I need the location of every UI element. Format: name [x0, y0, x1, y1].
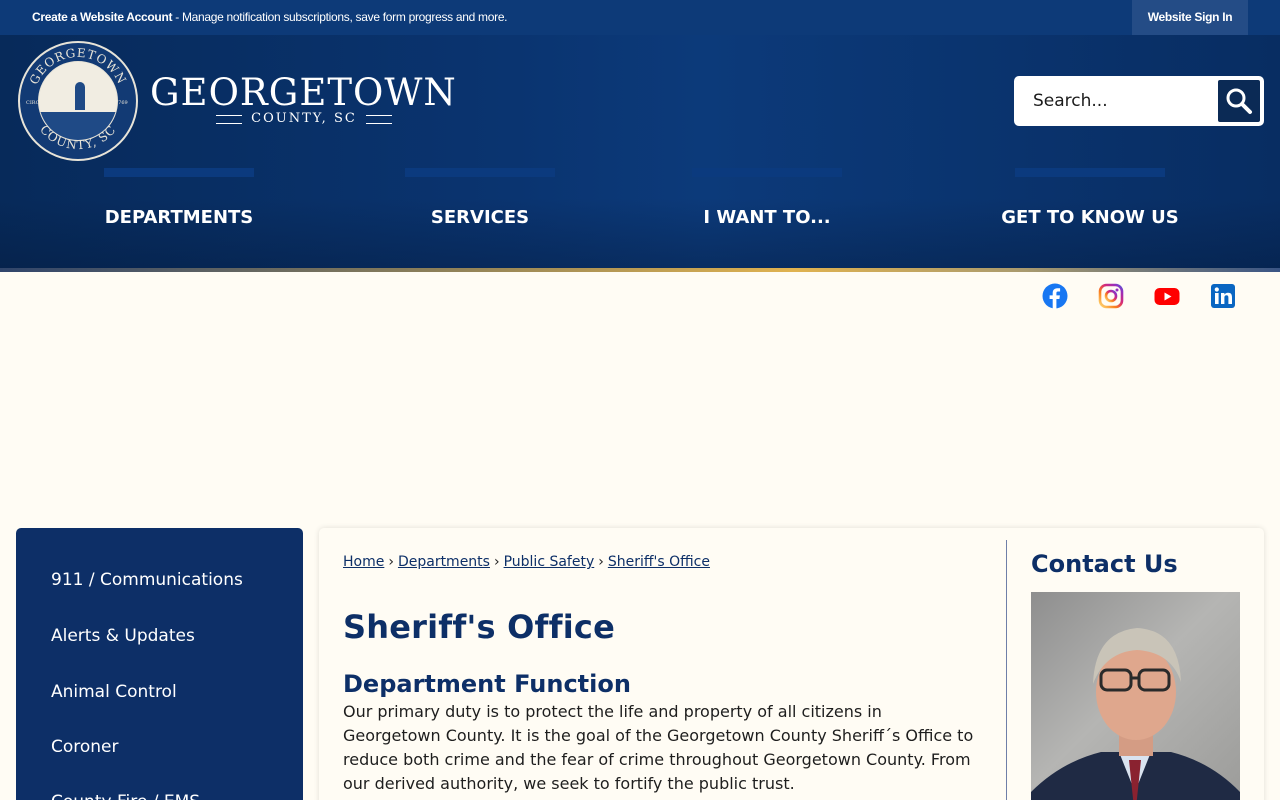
nav-item-services[interactable]: SERVICES	[380, 168, 580, 268]
breadcrumb-public-safety[interactable]: Public Safety	[504, 554, 595, 570]
nav-item-accent	[692, 168, 842, 177]
nav-item-i-want-to[interactable]: I WANT TO...	[667, 168, 867, 268]
seal-emblem	[38, 61, 118, 141]
website-sign-in-button[interactable]: Website Sign In	[1132, 0, 1248, 35]
breadcrumb: Home › Departments › Public Safety › Sheriff's…	[343, 554, 710, 570]
create-account-link[interactable]: Create a Website Account - Manage notifi…	[32, 10, 508, 24]
search-button[interactable]	[1218, 80, 1260, 122]
nav-item-departments[interactable]: DEPARTMENTS	[79, 168, 279, 268]
create-account-description: - Manage notification subscriptions, sav…	[172, 10, 508, 24]
facebook-icon[interactable]	[1042, 283, 1068, 309]
nav-item-accent	[405, 168, 555, 177]
breadcrumb-separator: ›	[493, 554, 500, 570]
site-brand-subtitle: COUNTY, SC	[216, 111, 392, 126]
search-box	[1014, 76, 1264, 126]
nav-item-get-to-know-us[interactable]: GET TO KNOW US	[980, 168, 1200, 268]
instagram-icon[interactable]	[1098, 283, 1124, 309]
breadcrumb-sheriffs-office[interactable]: Sheriff's Office	[608, 554, 710, 570]
top-utility-bar: Create a Website Account - Manage notifi…	[0, 0, 1280, 35]
breadcrumb-departments[interactable]: Departments	[398, 554, 490, 570]
linkedin-icon[interactable]	[1210, 283, 1236, 309]
create-account-bold: Create a Website Account	[32, 10, 173, 24]
search-input[interactable]	[1024, 84, 1214, 118]
breadcrumb-home[interactable]: Home	[343, 554, 384, 570]
nav-item-label: DEPARTMENTS	[104, 207, 254, 228]
search-icon	[1226, 88, 1252, 114]
youtube-icon[interactable]	[1154, 283, 1180, 309]
section-title: Department Function	[343, 670, 631, 698]
sheriff-portrait-photo	[1031, 592, 1240, 800]
nav-item-label: GET TO KNOW US	[1001, 207, 1179, 228]
page-title: Sheriff's Office	[343, 608, 615, 646]
nav-item-label: SERVICES	[430, 207, 530, 228]
sidebar-item-911-communications[interactable]: 911 / Communications	[51, 570, 243, 590]
main-content-card: Home › Departments › Public Safety › Sheriff's…	[319, 528, 1264, 800]
header-accent-stripe	[0, 268, 1280, 272]
nav-item-accent	[104, 168, 254, 177]
county-seal-logo[interactable]: GEORGETOWN COUNTY, SC CIRCA 1769	[18, 41, 138, 161]
breadcrumb-separator: ›	[388, 554, 394, 570]
department-function-text: Our primary duty is to protect the life …	[343, 702, 974, 793]
nav-item-label: I WANT TO...	[703, 207, 831, 228]
sidebar-item-alerts-updates[interactable]: Alerts & Updates	[51, 626, 195, 646]
site-brand-name[interactable]: GEORGETOWN	[150, 71, 457, 114]
side-navigation: 911 / Communications Alerts & Updates An…	[16, 528, 303, 800]
sidebar-item-animal-control[interactable]: Animal Control	[51, 682, 177, 702]
portrait-illustration	[1031, 628, 1240, 800]
sidebar-item-county-fire-ems[interactable]: County Fire / EMS	[51, 792, 200, 800]
sidebar-item-coroner[interactable]: Coroner	[51, 737, 119, 757]
main-navigation: DEPARTMENTS SERVICES I WANT TO... GET TO…	[0, 168, 1280, 268]
site-header: GEORGETOWN COUNTY, SC CIRCA 1769 GEORGET…	[0, 35, 1280, 268]
contact-us-title: Contact Us	[1031, 550, 1178, 578]
nav-item-accent	[1015, 168, 1165, 177]
breadcrumb-separator: ›	[598, 554, 604, 570]
content-divider	[1006, 540, 1007, 800]
